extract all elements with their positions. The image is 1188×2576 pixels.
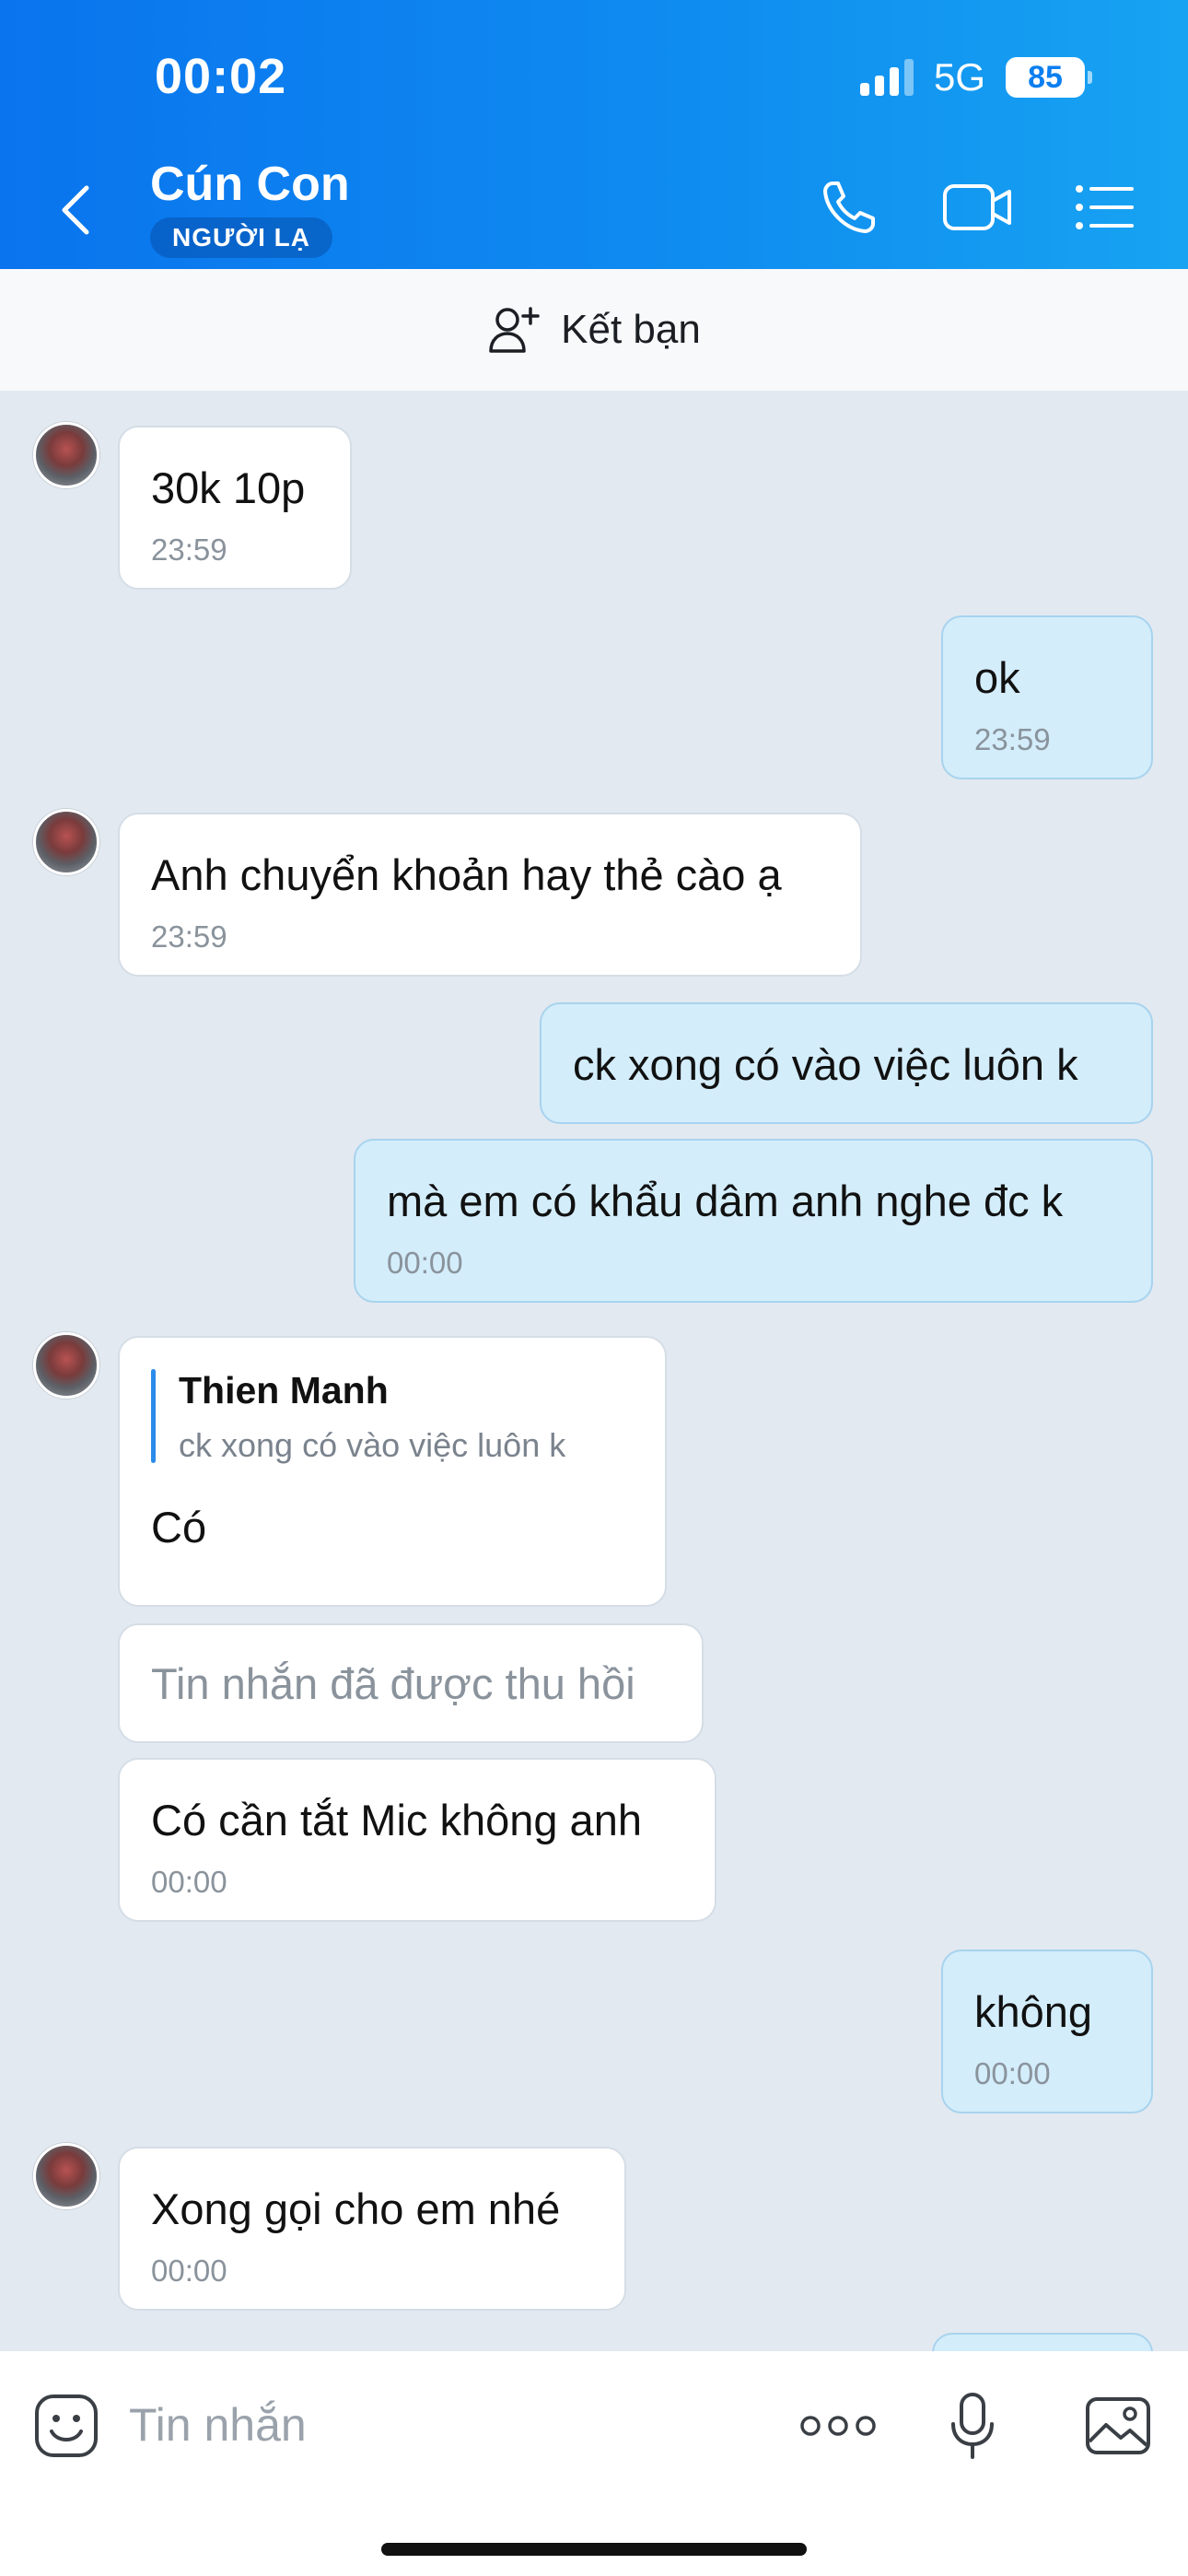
sticker-icon <box>35 2395 98 2457</box>
microphone-icon <box>951 2393 994 2459</box>
message-text: 30k 10p <box>151 463 306 512</box>
message-time: 23:59 <box>974 722 1051 756</box>
message-text: không <box>974 1987 1093 2036</box>
message-text: ck xong có vào việc luôn k <box>573 1040 1078 1089</box>
add-friend-bar[interactable]: Kết bạn <box>0 269 1188 391</box>
contact-avatar[interactable] <box>33 2143 99 2209</box>
video-camera-icon <box>943 184 1011 230</box>
signal-icon <box>859 59 914 96</box>
back-chevron-icon <box>62 185 89 235</box>
message-time: 00:00 <box>387 1246 463 1280</box>
recalled-message-text: Tin nhắn đã được thu hồi <box>151 1659 635 1708</box>
message-input[interactable] <box>129 2388 737 2462</box>
more-options-icon <box>800 2416 876 2436</box>
message-bubble-incoming[interactable]: Anh chuyển khoản hay thẻ cào ạ 23:59 <box>118 813 862 977</box>
message-bubble-incoming[interactable]: Xong gọi cho em nhé 00:00 <box>118 2147 626 2311</box>
message-bubble-outgoing[interactable]: không 00:00 <box>941 1950 1153 2113</box>
chat-title[interactable]: Cún Con <box>150 157 350 212</box>
message-time: 00:00 <box>974 2056 1051 2090</box>
status-time: 00:02 <box>155 49 287 104</box>
reply-message-bubble[interactable]: Thien Manh ck xong có vào việc luôn k Có <box>118 1336 667 1607</box>
stranger-badge: NGƯỜI LẠ <box>150 217 332 258</box>
back-button[interactable] <box>57 181 103 240</box>
message-bubble-outgoing[interactable]: ck xong có vào việc luôn k <box>540 1002 1153 1124</box>
recalled-message-bubble[interactable]: Tin nhắn đã được thu hồi <box>118 1623 704 1743</box>
voice-record-button[interactable] <box>945 2384 1000 2467</box>
message-bubble-incoming[interactable]: Có cần tắt Mic không anh 00:00 <box>118 1758 716 1922</box>
message-text: Xong gọi cho em nhé <box>151 2184 561 2233</box>
chat-header: 00:02 5G 85 Cún Con NGƯỜI LẠ <box>0 0 1188 269</box>
add-user-icon <box>489 307 540 353</box>
add-friend-label: Kết bạn <box>561 307 701 352</box>
list-menu-icon <box>1076 185 1134 229</box>
status-indicators: 5G 85 <box>859 55 1092 100</box>
message-text: mà em có khẩu dâm anh nghe đc k <box>387 1177 1064 1225</box>
video-call-button[interactable] <box>939 175 1017 240</box>
image-icon <box>1086 2397 1150 2454</box>
message-time: 00:00 <box>151 2254 227 2288</box>
network-label: 5G <box>933 55 985 99</box>
image-picker-button[interactable] <box>1083 2384 1153 2467</box>
message-text: Có cần tắt Mic không anh <box>151 1796 642 1844</box>
phone-icon <box>823 181 875 233</box>
quote-author: Thien Manh <box>179 1369 389 1411</box>
message-text: Anh chuyển khoản hay thẻ cào ạ <box>151 850 782 899</box>
contact-avatar[interactable] <box>33 422 99 488</box>
sticker-button[interactable] <box>31 2384 101 2467</box>
voice-call-button[interactable] <box>814 175 884 240</box>
message-time: 23:59 <box>151 533 227 567</box>
battery-level: 85 <box>1028 59 1063 95</box>
message-bubble-outgoing[interactable]: mà em có khẩu dâm anh nghe đc k 00:00 <box>354 1139 1153 1303</box>
home-indicator[interactable] <box>381 2543 807 2556</box>
message-time: 23:59 <box>151 919 227 954</box>
message-bubble-outgoing[interactable]: ok 23:59 <box>941 615 1153 779</box>
contact-avatar[interactable] <box>33 1332 99 1399</box>
more-options-button[interactable] <box>799 2384 877 2467</box>
message-bubble-incoming[interactable]: 30k 10p 23:59 <box>118 426 352 590</box>
quote-text: ck xong có vào việc luôn k <box>179 1426 566 1464</box>
contact-avatar[interactable] <box>33 809 99 875</box>
message-time: 00:00 <box>151 1865 227 1899</box>
chat-menu-button[interactable] <box>1072 175 1138 240</box>
quote-bar <box>151 1369 156 1463</box>
message-text: Có <box>151 1503 207 1551</box>
battery-icon: 85 <box>1006 57 1092 98</box>
message-text: ok <box>974 653 1020 702</box>
